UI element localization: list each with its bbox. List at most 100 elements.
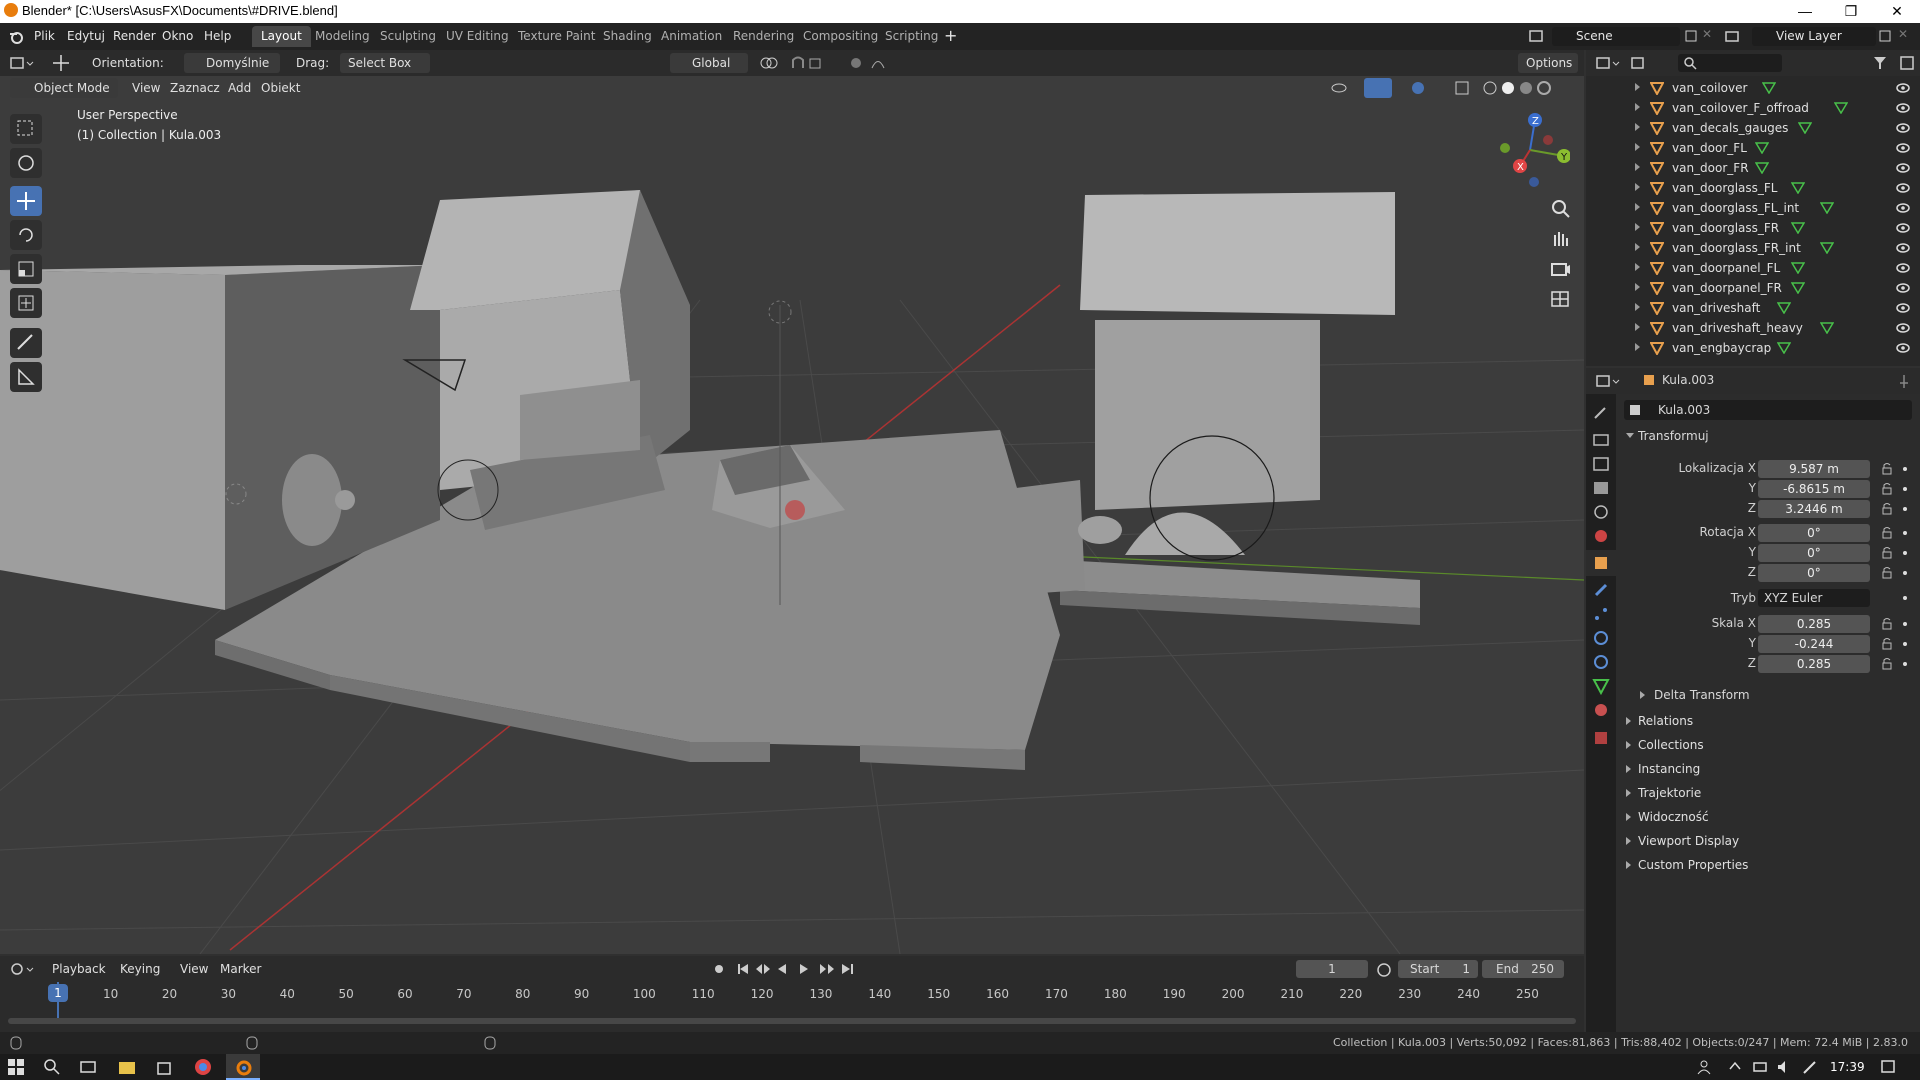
outliner-item[interactable]: van_door_FL [1586,138,1920,158]
mesh-data-icon[interactable] [1798,122,1813,134]
eye-icon[interactable] [1895,342,1911,354]
expand-arrow-icon[interactable] [1635,303,1640,311]
keyframe-dot-icon[interactable] [1901,549,1909,557]
rotate-tool[interactable] [10,220,42,250]
select-box-tool[interactable] [10,114,42,144]
outliner-item[interactable]: van_doorpanel_FL [1586,258,1920,278]
tool-settings-tab-icon[interactable] [1591,402,1611,422]
gizmo-neg-y[interactable] [1500,143,1510,153]
output-tab-icon[interactable] [1591,454,1611,474]
mesh-data-icon[interactable] [1791,282,1806,294]
pin-icon[interactable] [1896,373,1912,389]
navigation-gizmo[interactable]: Z Y X [1490,110,1570,190]
menu-timeline-view[interactable]: View [180,959,208,979]
proportional-editing-icon[interactable] [848,55,894,71]
outliner-item[interactable]: van_driveshaft_heavy [1586,318,1920,338]
texture-tab-icon[interactable] [1591,728,1611,748]
scene-field[interactable]: Scene [1552,27,1680,46]
tab-modeling[interactable]: Modeling [306,26,379,47]
taskbar-search-icon[interactable] [44,1059,60,1075]
keyframe-dot-icon[interactable] [1901,594,1909,602]
keyframe-dot-icon[interactable] [1901,505,1909,513]
minimize-button[interactable]: — [1782,0,1828,23]
expand-arrow-icon[interactable] [1635,103,1640,111]
scale-tool[interactable] [10,254,42,284]
expand-arrow-icon[interactable] [1635,263,1640,271]
task-view-icon[interactable] [80,1059,96,1075]
people-icon[interactable] [1696,1059,1712,1075]
mesh-data-icon[interactable] [1776,302,1791,314]
eye-icon[interactable] [1895,322,1911,334]
panel-viewport-display[interactable]: Viewport Display [1616,830,1920,852]
keyframe-dot-icon[interactable] [1901,529,1909,537]
move-tool[interactable] [10,186,42,216]
eye-icon[interactable] [1895,162,1911,174]
mesh-data-icon[interactable] [1762,82,1777,94]
eye-icon[interactable] [1895,262,1911,274]
prev-keyframe-icon[interactable] [756,964,770,974]
playhead-frame-badge[interactable]: 1 [48,984,68,1002]
wireframe-shading-icon[interactable] [1482,80,1498,96]
world-tab-icon[interactable] [1591,526,1611,546]
next-keyframe-icon[interactable] [820,964,834,974]
keyframe-dot-icon[interactable] [1901,620,1909,628]
delta-transform-subpanel[interactable]: Delta Transform [1630,684,1910,706]
remove-scene-icon[interactable]: ✕ [1702,27,1712,41]
outliner-item[interactable]: van_doorpanel_FR [1586,278,1920,298]
outliner-item[interactable]: van_driveshaft [1586,298,1920,318]
annotate-tool[interactable] [10,328,42,358]
windows-start-icon[interactable] [8,1059,24,1075]
drag-dropdown[interactable]: Select Box [340,53,430,73]
outliner-item[interactable]: van_doorglass_FR [1586,218,1920,238]
modifiers-tab-icon[interactable] [1591,580,1611,600]
menu-plik[interactable]: Plik [34,29,55,43]
mesh-data-icon[interactable] [1820,202,1834,214]
outliner-item[interactable]: van_coilover [1586,78,1920,98]
viewport-scene[interactable] [0,50,1584,954]
keyframe-dot-icon[interactable] [1901,465,1909,473]
add-workspace-button[interactable]: + [944,26,957,45]
scene-icon[interactable] [1528,28,1544,44]
expand-arrow-icon[interactable] [1635,343,1640,351]
camera-view-icon[interactable] [1548,256,1574,282]
mesh-data-icon[interactable] [1791,222,1806,234]
keyframe-dot-icon[interactable] [1901,485,1909,493]
panel-widoczno-[interactable]: Widoczność [1616,806,1920,828]
tab-scripting[interactable]: Scripting [876,26,947,47]
view-layer-field[interactable]: View Layer [1752,27,1876,46]
material-shading-icon[interactable] [1518,80,1534,96]
render-tab-icon[interactable] [1591,430,1611,450]
start-frame-field[interactable]: Start 1 [1398,960,1478,978]
editor-type-icon[interactable] [10,55,34,71]
menu-render[interactable]: Render [113,29,156,43]
scale-z-field[interactable]: 0.285 [1758,655,1870,673]
notifications-icon[interactable] [1880,1059,1896,1075]
store-icon[interactable] [156,1059,172,1075]
overlays-icon[interactable] [1410,80,1440,96]
blender-taskbar-button[interactable] [226,1054,260,1080]
location-x-field[interactable]: 9.587 m [1758,460,1870,478]
new-view-layer-icon[interactable] [1878,29,1892,43]
object-tab-icon[interactable] [1591,553,1611,573]
eye-icon[interactable] [1895,142,1911,154]
move-tool-icon[interactable] [52,54,70,72]
scale-x-field[interactable]: 0.285 [1758,615,1870,633]
blender-menu-icon[interactable] [8,29,24,45]
file-explorer-icon[interactable] [118,1059,136,1075]
outliner-item[interactable]: van_door_FR [1586,158,1920,178]
mesh-data-icon[interactable] [1755,142,1770,154]
new-scene-icon[interactable] [1684,29,1698,43]
menu-okno[interactable]: Okno [162,29,193,43]
outliner-search-input[interactable] [1678,54,1782,72]
expand-arrow-icon[interactable] [1635,163,1640,171]
rendered-shading-icon[interactable] [1536,80,1552,96]
menu-marker[interactable]: Marker [220,959,261,979]
eye-icon[interactable] [1895,182,1911,194]
tray-chevron-up-icon[interactable] [1728,1059,1742,1073]
volume-icon[interactable] [1776,1059,1792,1075]
location-y-field[interactable]: -6.8615 m [1758,480,1870,498]
tab-layout[interactable]: Layout [252,26,311,47]
rotation-x-field[interactable]: 0° [1758,524,1870,542]
snap-icon[interactable] [790,55,840,71]
view-layer-icon[interactable] [1724,28,1740,44]
